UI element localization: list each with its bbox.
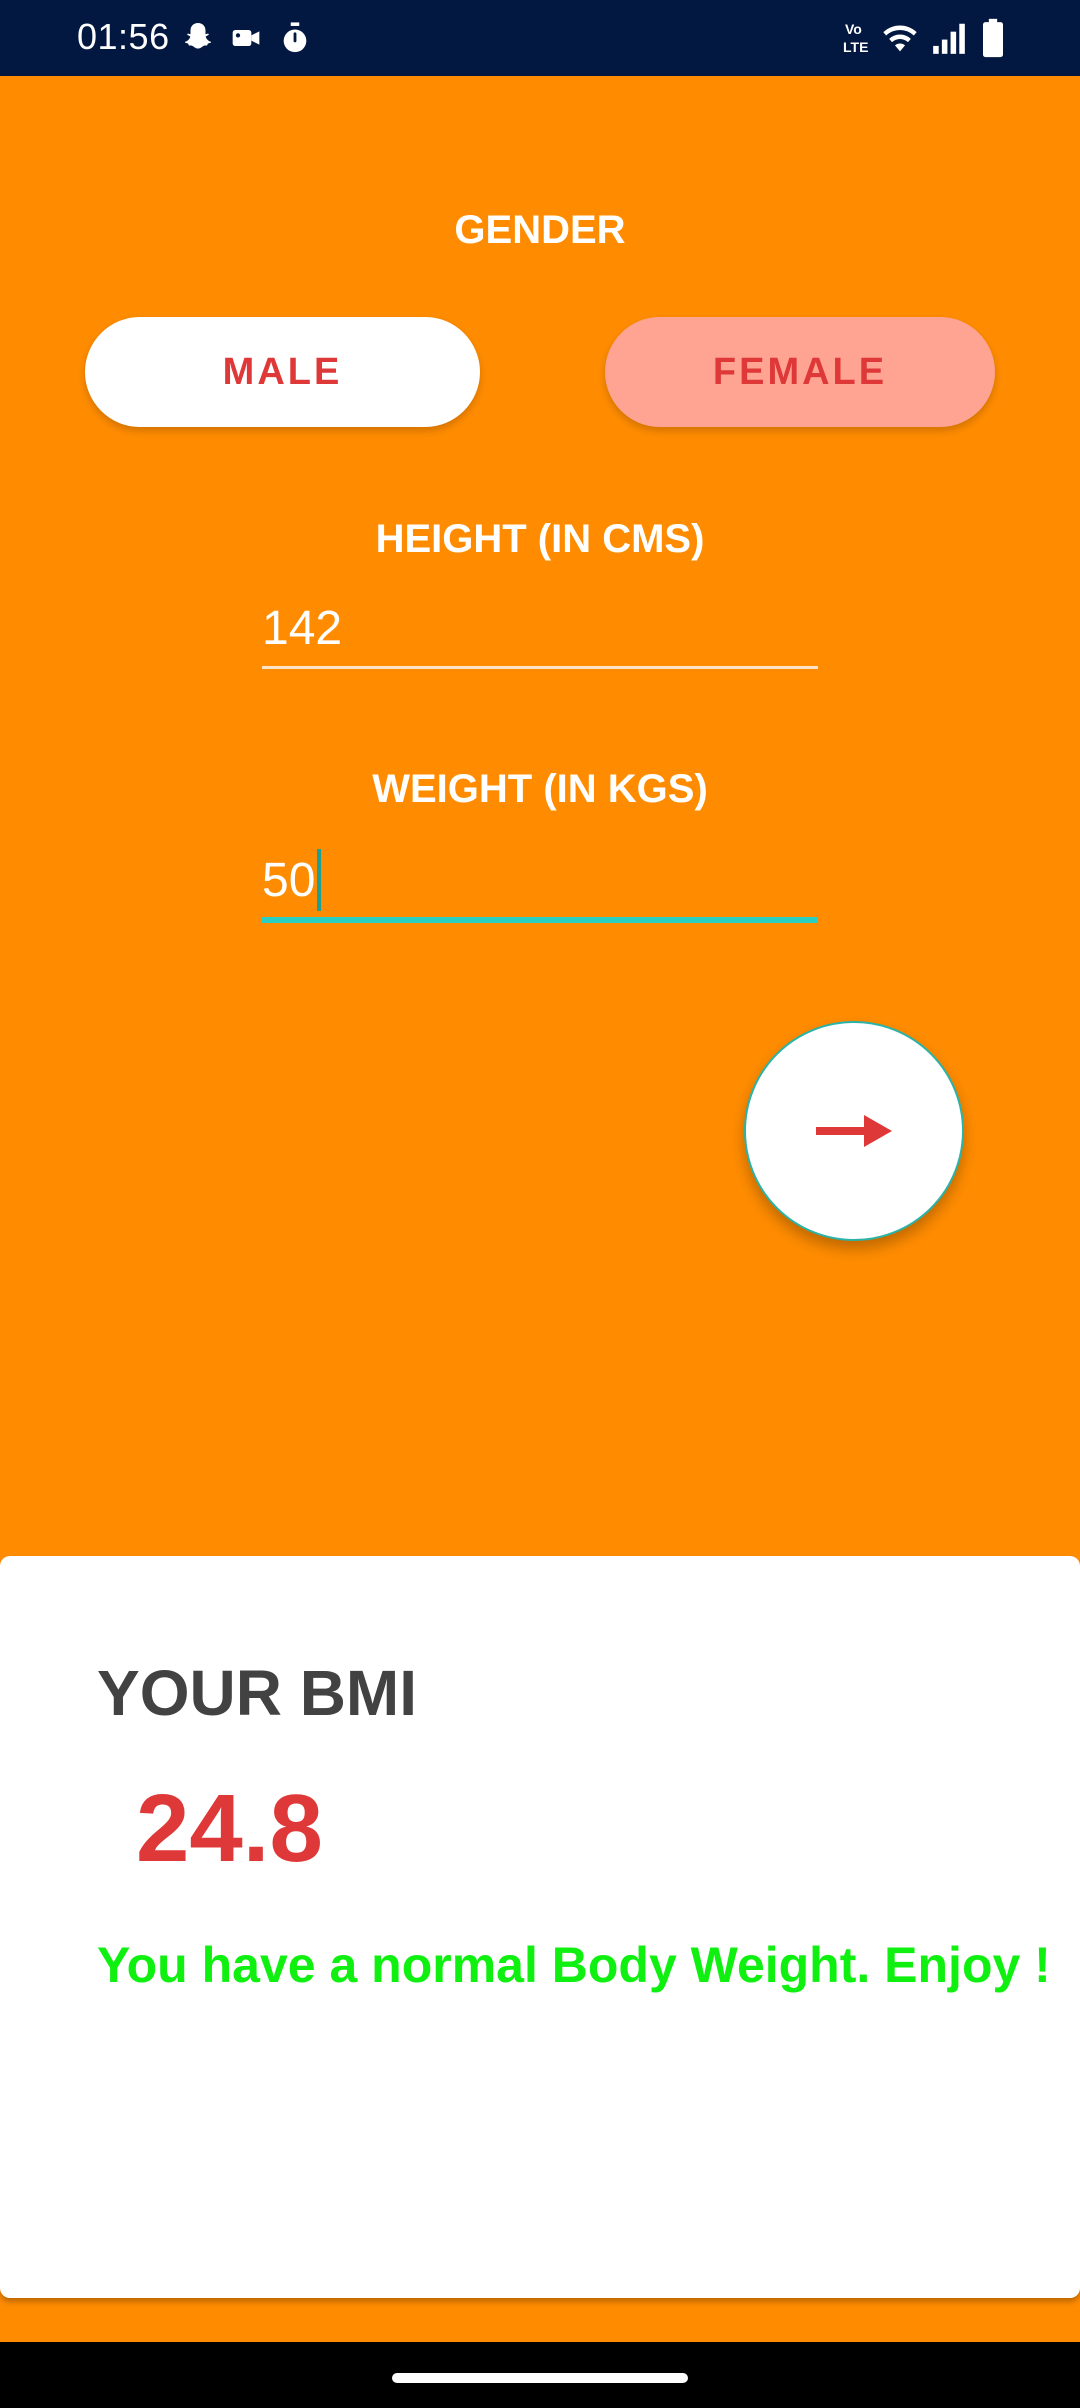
arrow-right-icon [816, 1115, 892, 1147]
video-camera-icon [232, 30, 260, 46]
svg-text:LTE: LTE [843, 39, 868, 55]
status-time: 01:56 [77, 16, 170, 57]
result-card: YOUR BMI 24.8 You have a normal Body Wei… [0, 1556, 1080, 2298]
signal-icon [933, 23, 965, 54]
height-input[interactable]: 142 [262, 594, 818, 664]
svg-text:Vo: Vo [845, 21, 862, 37]
status-bar: 01:56 Vo LTE [0, 0, 1080, 76]
battery-icon [983, 18, 1003, 58]
height-input-underline [262, 666, 818, 669]
snapchat-icon [184, 23, 212, 49]
weight-value: 50 [262, 854, 316, 907]
male-button[interactable]: MALE [85, 317, 480, 427]
bmi-value: 24.8 [136, 1775, 323, 1882]
wifi-icon [883, 25, 917, 52]
female-button[interactable]: FEMALE [605, 317, 995, 427]
home-indicator[interactable] [392, 2373, 688, 2383]
text-cursor [317, 849, 322, 912]
stopwatch-icon [283, 22, 307, 53]
height-label: HEIGHT (IN CMS) [375, 517, 705, 561]
weight-input[interactable]: 50 [262, 846, 818, 916]
result-title: YOUR BMI [97, 1657, 417, 1729]
bmi-message: You have a normal Body Weight. Enjoy ! [97, 1937, 1051, 1993]
weight-label: WEIGHT (IN KGS) [372, 767, 708, 811]
bmi-screen: 01:56 Vo LTE GENDER MALE FEMALE HEIGHT (… [0, 0, 1080, 2408]
volte-icon: Vo LTE [843, 21, 868, 55]
calculate-button[interactable] [744, 1021, 964, 1241]
weight-input-underline [262, 917, 818, 923]
gender-label: GENDER [454, 208, 626, 252]
height-value: 142 [262, 602, 343, 655]
